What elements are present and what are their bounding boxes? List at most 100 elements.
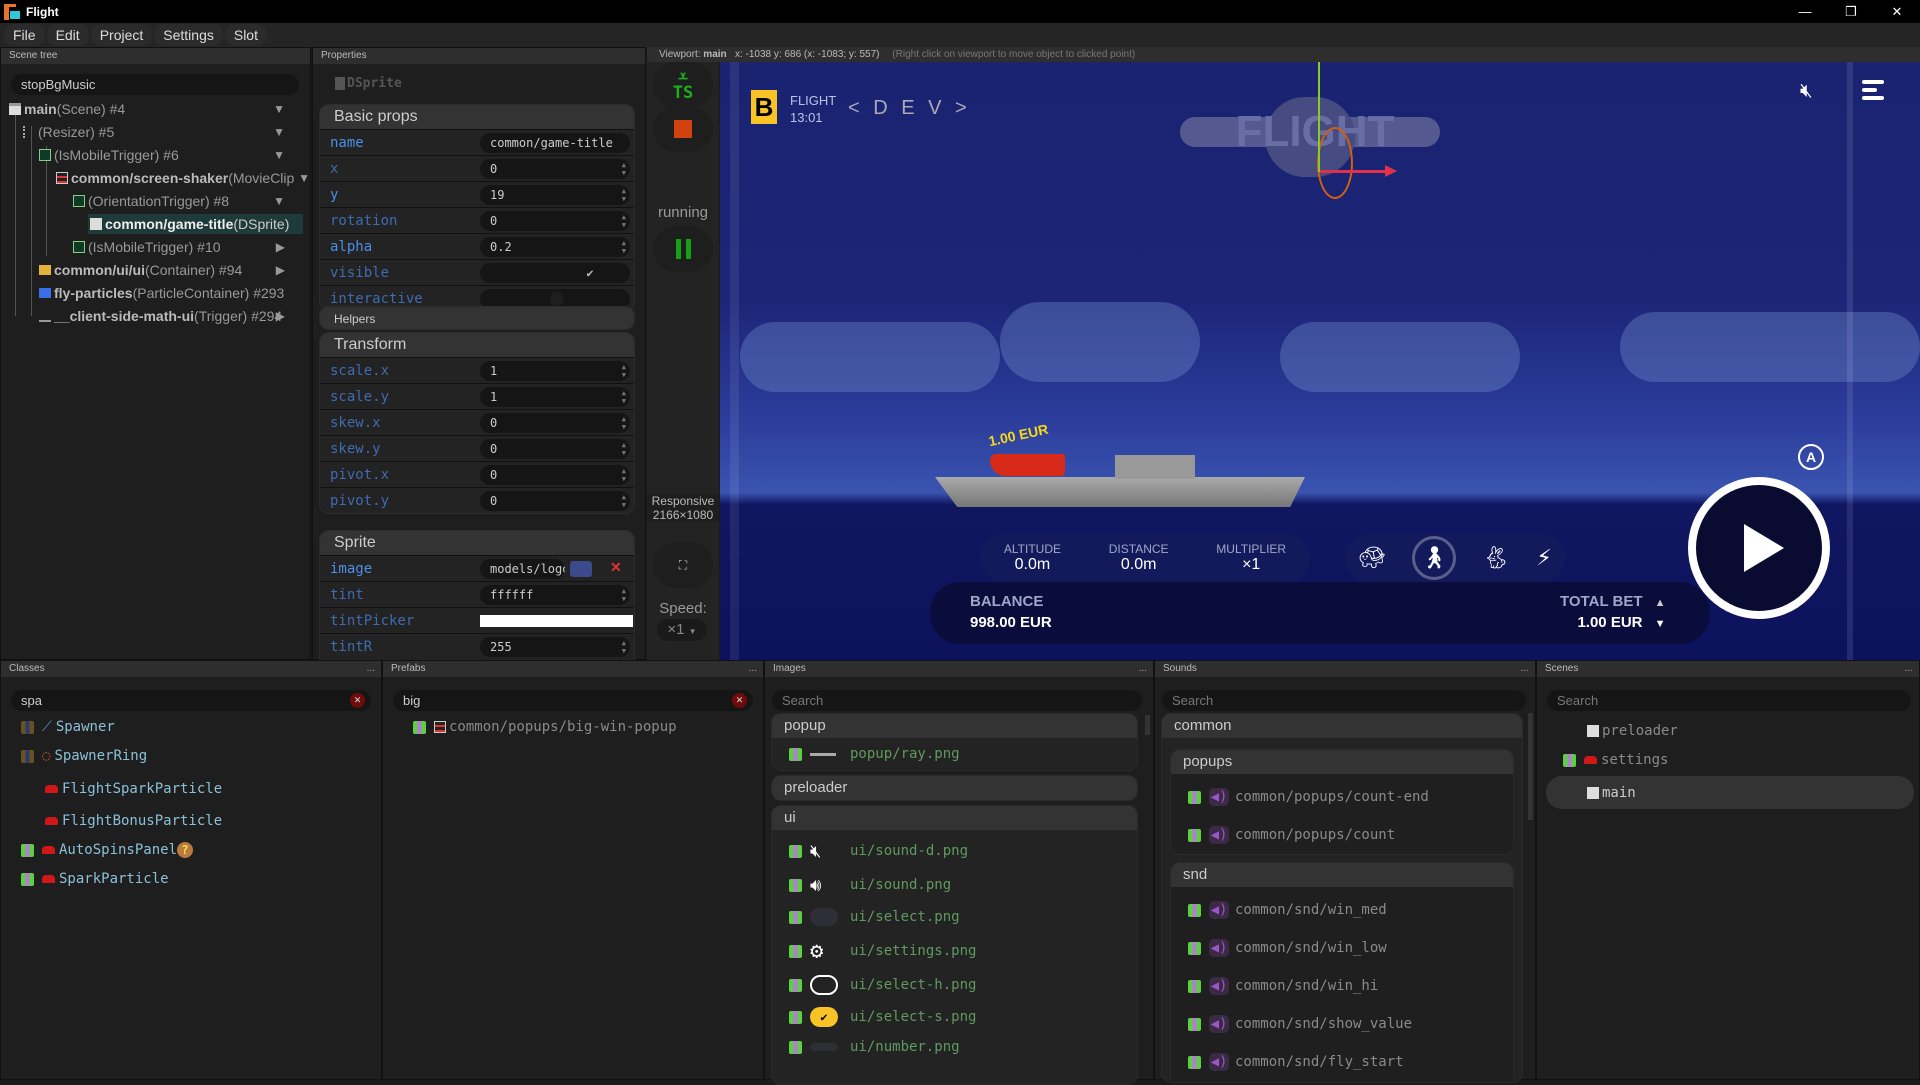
tree-item-ismobiletrigger[interactable]: (IsMobileTrigger) #6 ▼ <box>39 145 299 165</box>
autoplay-icon[interactable]: A <box>1798 444 1824 470</box>
prefabs-search[interactable]: big ✕ <box>393 690 753 711</box>
class-item[interactable]: AutoSpinsPanel? <box>21 839 194 861</box>
close-button[interactable]: ✕ <box>1874 0 1920 23</box>
image-item[interactable]: popup/ray.png <box>789 743 960 765</box>
section-title[interactable]: Basic props <box>320 105 634 129</box>
clear-search-icon[interactable]: ✕ <box>350 693 365 708</box>
clear-image-icon[interactable]: ✕ <box>610 559 622 576</box>
panel-menu-icon[interactable]: ... <box>749 661 757 677</box>
alpha-input[interactable]: 0.2 ▲ ▼ <box>480 236 630 257</box>
sounds-search[interactable]: Search <box>1162 690 1526 711</box>
image-item[interactable]: 🔇︎ ui/sound-d.png <box>789 840 968 862</box>
tree-item-client-side-math-ui[interactable]: __client-side-math-ui (Trigger) #294 ▶ <box>39 306 299 326</box>
x-input[interactable]: 0 ▲ ▼ <box>480 158 630 179</box>
pivot-y-input[interactable]: 0 ▲ ▼ <box>480 490 630 511</box>
sound-item[interactable]: ◀) common/snd/fly_start <box>1188 1051 1404 1073</box>
bet-decrease-icon[interactable]: ▼ <box>1655 618 1666 630</box>
menu-project[interactable]: Project <box>90 24 153 46</box>
mute-icon[interactable]: 🔇︎ <box>1800 80 1813 103</box>
y-input[interactable]: 19 ▲ ▼ <box>480 184 630 205</box>
collapse-arrow-icon[interactable]: ▼ <box>273 194 285 208</box>
panel-menu-icon[interactable]: ... <box>1905 661 1913 677</box>
skew-x-input[interactable]: 0 ▲ ▼ <box>480 412 630 433</box>
sound-item[interactable]: ◀) common/popups/count <box>1188 824 1395 846</box>
menu-slot[interactable]: Slot <box>224 24 267 46</box>
menu-file[interactable]: File <box>4 24 45 46</box>
class-item[interactable]: FlightSparkParticle <box>45 778 222 800</box>
sound-item[interactable]: ◀) common/popups/count-end <box>1188 786 1429 808</box>
collapse-arrow-icon[interactable]: ▼ <box>273 125 285 139</box>
rotation-gizmo[interactable] <box>1317 127 1353 199</box>
collapse-arrow-icon[interactable]: ▼ <box>298 171 310 185</box>
turtle-speed-icon[interactable]: 🐢︎ <box>1358 545 1386 571</box>
walk-speed-icon[interactable]: 🚶︎ <box>1412 536 1457 580</box>
tree-item-resizer[interactable]: (Resizer) #5 ▼ <box>23 122 299 142</box>
scene-item[interactable]: settings <box>1563 749 1668 771</box>
class-item[interactable]: SparkParticle <box>21 868 169 890</box>
image-group-preloader[interactable]: preloader <box>771 775 1138 801</box>
speed-select[interactable]: ×1 ▼ <box>657 619 707 641</box>
hamburger-menu-icon[interactable] <box>1862 80 1884 100</box>
scrollbar[interactable] <box>1145 715 1150 735</box>
rabbit-speed-icon[interactable]: 🐇︎ <box>1482 545 1510 571</box>
class-item[interactable]: FlightBonusParticle <box>45 810 222 832</box>
image-item[interactable]: 🔊︎ ui/sound.png <box>789 874 951 896</box>
clear-search-icon[interactable]: ✕ <box>732 693 747 708</box>
rotation-input[interactable]: 0 ▲ ▼ <box>480 210 630 231</box>
tint-r-input[interactable]: 255 ▲ ▼ <box>480 636 630 657</box>
scale-y-input[interactable]: 1 ▲ ▼ <box>480 386 630 407</box>
image-item[interactable]: ui/select-h.png <box>789 974 976 996</box>
pivot-x-input[interactable]: 0 ▲ ▼ <box>480 464 630 485</box>
menu-edit[interactable]: Edit <box>46 24 89 46</box>
game-title-logo[interactable]: FLIGHT <box>1180 87 1440 177</box>
image-item[interactable]: ⚙︎ ui/settings.png <box>789 939 976 964</box>
classes-search[interactable]: spa ✕ <box>11 690 371 711</box>
expand-arrow-icon[interactable]: ▶ <box>276 309 285 323</box>
panel-menu-icon[interactable]: ... <box>367 661 375 677</box>
section-title[interactable]: Sprite <box>320 531 634 555</box>
panel-menu-icon[interactable]: ... <box>1139 661 1147 677</box>
game-viewport[interactable]: B FLIGHT 13:01 < D E V > FLIGHT 🔇︎ 1.00 E… <box>720 62 1920 660</box>
tree-item-main[interactable]: main (Scene) #4 ▼ <box>9 99 299 119</box>
class-item[interactable]: ◌ SpawnerRing <box>21 745 147 767</box>
sound-item[interactable]: ◀) common/snd/show_value <box>1188 1013 1412 1035</box>
scene-item-selected[interactable]: main <box>1587 782 1636 804</box>
responsive-button[interactable]: Responsive 2166×1080 <box>647 494 719 522</box>
scrollbar[interactable] <box>1528 713 1533 820</box>
section-helpers[interactable]: Helpers <box>319 306 635 330</box>
name-input[interactable]: common/game-title <box>480 132 630 153</box>
section-title[interactable]: Transform <box>320 333 634 357</box>
class-item[interactable]: ⟋ Spawner <box>21 716 115 738</box>
collapse-arrow-icon[interactable]: ▼ <box>273 102 285 116</box>
prefab-item[interactable]: common/popups/big-win-popup <box>413 716 677 738</box>
sound-item[interactable]: ◀) common/snd/win_low <box>1188 937 1387 959</box>
sound-item[interactable]: ◀) common/snd/win_hi <box>1188 975 1378 997</box>
x-axis-gizmo[interactable] <box>1320 170 1390 173</box>
scene-item[interactable]: preloader <box>1587 720 1678 742</box>
menu-settings[interactable]: Settings <box>154 24 223 46</box>
pause-button[interactable] <box>653 226 713 272</box>
restore-button[interactable]: ❐ <box>1828 0 1874 23</box>
y-axis-gizmo[interactable] <box>1318 62 1320 172</box>
images-search[interactable]: Search <box>772 690 1142 711</box>
sound-item[interactable]: ◀) common/snd/win_med <box>1188 899 1387 921</box>
tree-item-ui[interactable]: common/ui/ui (Container) #94 ▶ <box>39 260 299 280</box>
tint-color-picker[interactable] <box>480 615 633 627</box>
collapse-arrow-icon[interactable]: ▼ <box>273 148 285 162</box>
tree-item-orientationtrigger[interactable]: (OrientationTrigger) #8 ▼ <box>73 191 299 211</box>
tree-item-ismobiletrigger-10[interactable]: (IsMobileTrigger) #10 ▶ <box>73 237 299 257</box>
tree-item-game-title[interactable]: common/game-title (DSprite) <box>88 214 303 234</box>
minimize-button[interactable]: — <box>1782 0 1828 23</box>
skew-y-input[interactable]: 0 ▲ ▼ <box>480 438 630 459</box>
expand-arrow-icon[interactable]: ▶ <box>276 240 285 254</box>
tint-input[interactable]: ffffff ▲ ▼ <box>480 584 630 605</box>
tree-item-fly-particles[interactable]: fly-particles (ParticleContainer) #293 <box>39 283 309 303</box>
image-input[interactable]: models/logo <box>480 558 565 579</box>
play-button[interactable] <box>1688 477 1830 619</box>
image-item[interactable]: ui/select.png <box>789 906 960 928</box>
image-item[interactable]: ✔ ui/select-s.png <box>789 1006 976 1028</box>
bet-increase-icon[interactable]: ▲ <box>1655 597 1666 609</box>
fullscreen-button[interactable]: ⛶ <box>653 542 713 588</box>
scale-x-input[interactable]: 1 ▲ ▼ <box>480 360 630 381</box>
stop-button[interactable] <box>653 106 713 152</box>
